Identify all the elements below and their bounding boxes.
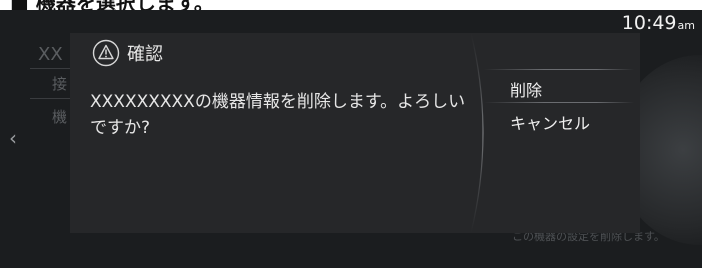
delete-option[interactable]: 削除 bbox=[510, 77, 542, 101]
back-chevron-icon[interactable]: ‹ bbox=[9, 128, 17, 148]
warning-icon bbox=[92, 39, 120, 67]
background-list-item-1: 接 bbox=[52, 75, 68, 93]
menu-separator bbox=[484, 69, 634, 70]
dialog-header: 確認 bbox=[92, 39, 163, 67]
cancel-option[interactable]: キャンセル bbox=[510, 110, 590, 134]
dialog-curved-divider bbox=[470, 33, 484, 233]
page-caption: ■ 機器を選択します。 bbox=[0, 0, 702, 10]
page-caption-text: ■ 機器を選択します。 bbox=[10, 0, 214, 10]
background-list-item-2: 機 bbox=[52, 108, 68, 126]
dialog-title: 確認 bbox=[127, 44, 163, 65]
dialog-message: XXXXXXXXXの機器情報を削除します。よろしいですか? bbox=[90, 92, 466, 138]
background-screen-title: XX bbox=[38, 44, 63, 65]
confirm-dialog: 確認 XXXXXXXXXの機器情報を削除します。よろしいですか? 削除 キャンセ… bbox=[70, 33, 640, 233]
clock-ampm: am bbox=[677, 19, 695, 32]
clock-time: 10:49 bbox=[621, 12, 677, 34]
menu-separator bbox=[484, 102, 634, 103]
head-unit-screen: 10:49am XX 接 機 ‹ この機器の設定を削除します。 確認 XXXXX… bbox=[0, 10, 702, 268]
